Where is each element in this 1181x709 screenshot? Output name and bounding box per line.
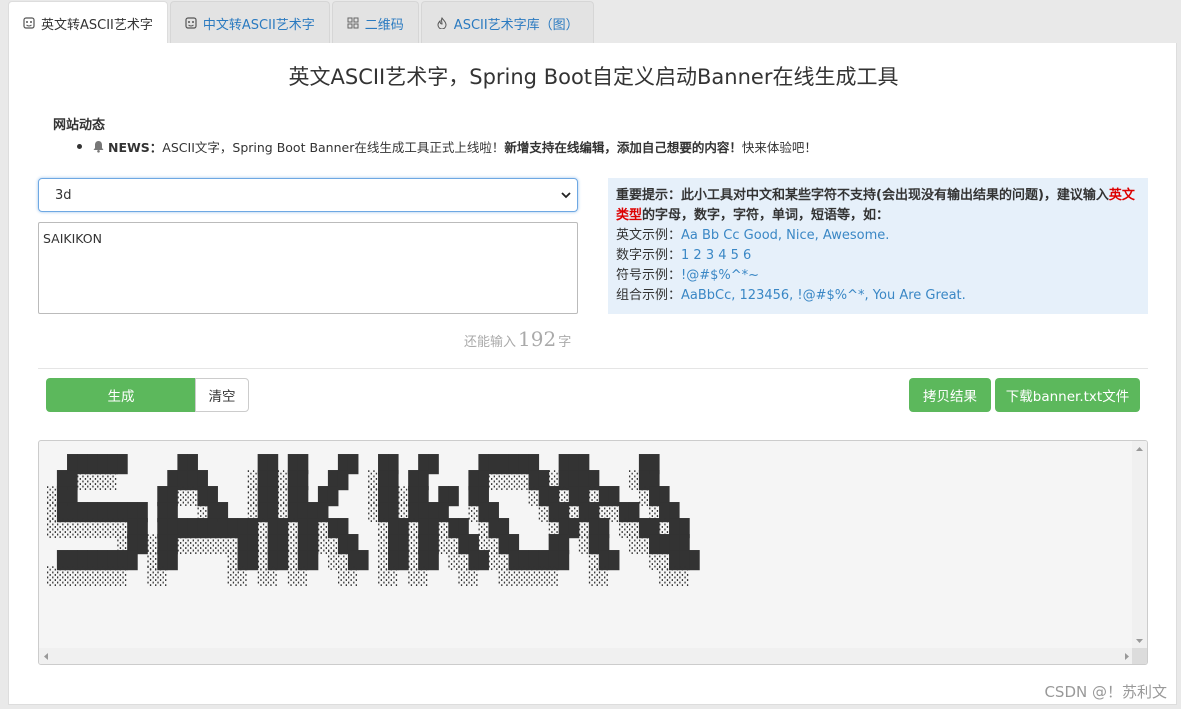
chevron-down-icon [561, 192, 571, 199]
tab-chinese-ascii[interactable]: 中文转ASCII艺术字 [169, 1, 330, 44]
font-select[interactable]: 3d [38, 178, 578, 212]
main-panel: 英文ASCII艺术字，Spring Boot自定义启动Banner在线生成工具 … [8, 43, 1177, 705]
vertical-scrollbar[interactable] [1132, 441, 1147, 649]
example-label: 英文示例： [616, 228, 682, 243]
text-input[interactable]: SAIKIKON [38, 222, 578, 314]
page-title: 英文ASCII艺术字，Spring Boot自定义启动Banner在线生成工具 [288, 65, 899, 89]
scroll-right-icon[interactable] [1122, 652, 1131, 661]
ascii-output: ██████ ██ ██ ██ ██ ██ ██ ██████ ███ ██ █… [47, 455, 700, 587]
qrcode-icon [347, 17, 359, 29]
example-label: 组合示例： [616, 288, 682, 303]
tip-tail: 的字母，数字，字符，单词，短语等，如： [642, 208, 890, 223]
example-value: 1 2 3 4 5 6 [681, 248, 752, 263]
ascii-face-icon [23, 17, 35, 29]
generate-button[interactable]: 生成 [46, 378, 196, 412]
example-value: !@#$%^*~ [681, 268, 760, 283]
ascii-face-icon [185, 17, 197, 29]
news-text: ASCII文字，Spring Boot Banner在线生成工具正式上线啦！ [162, 140, 505, 155]
news-tag: NEWS： [108, 140, 163, 155]
example-row: 英文示例：Aa Bb Cc Good, Nice, Awesome. [616, 226, 1140, 246]
font-select-value: 3d [55, 187, 72, 203]
tip-bold: 重要提示：此小工具对中文和某些字符不支持(会出现没有输出结果的问题)，建议输入 [616, 188, 1109, 203]
counter-prefix: 还能输入 [464, 335, 517, 350]
tip-box: 重要提示：此小工具对中文和某些字符不支持(会出现没有输出结果的问题)，建议输入英… [608, 178, 1148, 314]
tab-ascii-library[interactable]: ASCII艺术字库（图） [420, 1, 594, 44]
tip-text: 重要提示：此小工具对中文和某些字符不支持(会出现没有输出结果的问题)，建议输入英… [616, 186, 1140, 226]
example-row: 符号示例：!@#$%^*~ [616, 266, 1140, 286]
example-row: 组合示例：AaBbCc, 123456, !@#$%^*, You Are Gr… [616, 286, 1140, 306]
fire-icon [436, 17, 448, 29]
divider [38, 368, 1148, 369]
download-banner-button[interactable]: 下载banner.txt文件 [995, 378, 1140, 412]
clear-button[interactable]: 清空 [195, 378, 249, 412]
scrollbar-corner [1132, 648, 1147, 664]
tab-label: 中文转ASCII艺术字 [202, 17, 315, 33]
output-area[interactable]: ██████ ██ ██ ██ ██ ██ ██ ██████ ███ ██ █… [38, 440, 1148, 665]
tab-qrcode[interactable]: 二维码 [331, 1, 419, 44]
example-value: Aa Bb Cc Good, Nice, Awesome. [681, 228, 890, 243]
news-section: 网站动态 NEWS： ASCII文字，Spring Boot Banner在线生… [53, 114, 817, 156]
example-label: 数字示例： [616, 248, 682, 263]
counter-suffix: 字 [558, 335, 572, 350]
bell-icon [93, 141, 104, 153]
news-highlight: 新增支持在线编辑，添加自己想要的内容！ [504, 140, 742, 155]
tab-label: ASCII艺术字库（图） [453, 17, 579, 33]
watermark: CSDN @！苏利文 [1044, 683, 1167, 701]
scroll-down-icon[interactable] [1135, 636, 1144, 645]
tab-bar: 英文转ASCII艺术字 中文转ASCII艺术字 二维码 ASCII艺术字库（图） [0, 0, 1181, 44]
tab-label: 英文转ASCII艺术字 [41, 17, 153, 33]
counter-value: 192 [518, 327, 557, 351]
example-row: 数字示例：1 2 3 4 5 6 [616, 246, 1140, 266]
copy-result-button[interactable]: 拷贝结果 [909, 378, 991, 412]
example-label: 符号示例： [616, 268, 682, 283]
tab-label: 二维码 [364, 17, 404, 33]
tab-english-ascii[interactable]: 英文转ASCII艺术字 [8, 1, 168, 44]
news-item: NEWS： ASCII文字，Spring Boot Banner在线生成工具正式… [77, 137, 817, 156]
char-counter: 还能输入 192 字 [464, 327, 571, 351]
scroll-up-icon[interactable] [1135, 445, 1144, 454]
scroll-left-icon[interactable] [42, 652, 51, 661]
bullet [77, 144, 82, 149]
news-text-tail: 快来体验吧！ [741, 140, 817, 155]
example-value: AaBbCc, 123456, !@#$%^*, You Are Great. [681, 288, 966, 303]
horizontal-scrollbar[interactable] [39, 648, 1134, 664]
news-heading: 网站动态 [53, 118, 106, 133]
